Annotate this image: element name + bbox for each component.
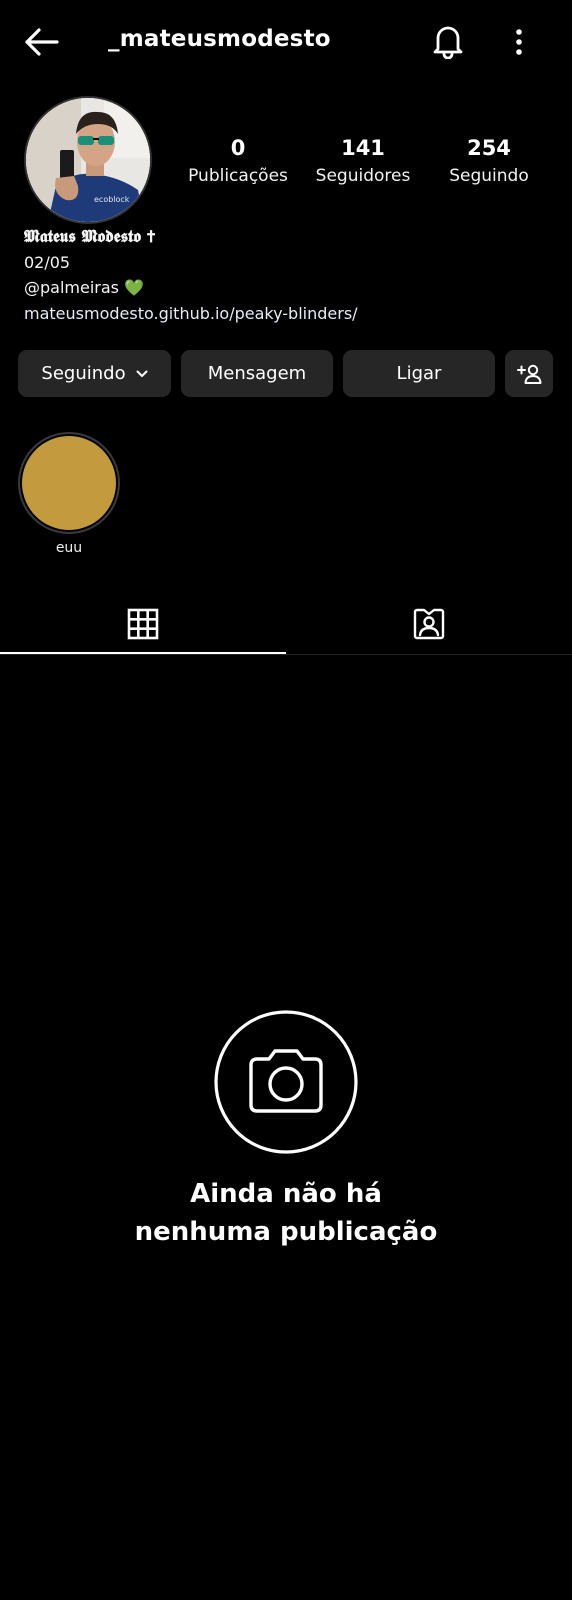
bio-website-link[interactable]: mateusmodesto.github.io/peaky-blinders/	[24, 301, 358, 327]
call-button[interactable]: Ligar	[343, 350, 495, 397]
stat-followers-label: Seguidores	[315, 166, 411, 186]
more-options-button[interactable]	[506, 22, 532, 62]
tab-posts-grid[interactable]	[0, 595, 286, 653]
stat-posts-value: 0	[230, 136, 246, 160]
empty-state-line-2: nenhuma publicação	[134, 1217, 438, 1247]
suggest-people-button[interactable]	[505, 350, 553, 397]
following-button-label: Seguindo	[41, 363, 126, 384]
profile-photo: ecoblock	[26, 98, 150, 222]
back-button[interactable]	[18, 22, 64, 62]
notifications-button[interactable]	[428, 20, 468, 62]
more-vertical-icon	[516, 29, 522, 55]
stat-posts-label: Publicações	[188, 166, 288, 186]
profile-avatar[interactable]: ecoblock	[24, 96, 152, 224]
arrow-left-icon	[25, 28, 59, 56]
tab-tagged[interactable]	[286, 595, 572, 653]
stat-posts[interactable]: 0 Publicações	[178, 134, 298, 190]
profile-username: _mateusmodesto	[108, 26, 331, 52]
tab-divider	[0, 654, 572, 655]
bio-mention-link[interactable]: @palmeiras 💚	[24, 275, 144, 301]
svg-text:ecoblock: ecoblock	[94, 195, 130, 204]
empty-state-icon	[213, 1009, 359, 1155]
bell-icon	[433, 26, 463, 59]
stat-following-label: Seguindo	[449, 166, 529, 186]
story-highlight[interactable]	[18, 432, 120, 534]
stat-followers-value: 141	[341, 136, 385, 160]
highlight-label: euu	[55, 540, 83, 556]
tagged-person-icon	[413, 608, 445, 640]
chevron-down-icon	[136, 370, 148, 377]
following-button[interactable]: Seguindo	[18, 350, 171, 397]
add-person-icon	[517, 364, 542, 384]
empty-state-line-1: Ainda não há	[190, 1179, 382, 1209]
camera-icon	[214, 1010, 358, 1154]
message-button[interactable]: Mensagem	[181, 350, 333, 397]
grid-icon	[127, 608, 159, 640]
stat-following[interactable]: 254 Seguindo	[429, 134, 549, 190]
highlight-cover	[22, 436, 116, 530]
stat-following-value: 254	[467, 136, 511, 160]
bio-display-name: 𝕸𝖆𝖙𝖊𝖚𝖘 𝕸𝖔𝖉𝖊𝖘𝖙𝖔 ✝	[24, 227, 156, 247]
call-button-label: Ligar	[396, 363, 442, 384]
empty-state-message: Ainda não há nenhuma publicação	[86, 1175, 486, 1251]
message-button-label: Mensagem	[207, 363, 307, 384]
stat-followers[interactable]: 141 Seguidores	[303, 134, 423, 190]
bio-date: 02/05	[24, 253, 71, 272]
